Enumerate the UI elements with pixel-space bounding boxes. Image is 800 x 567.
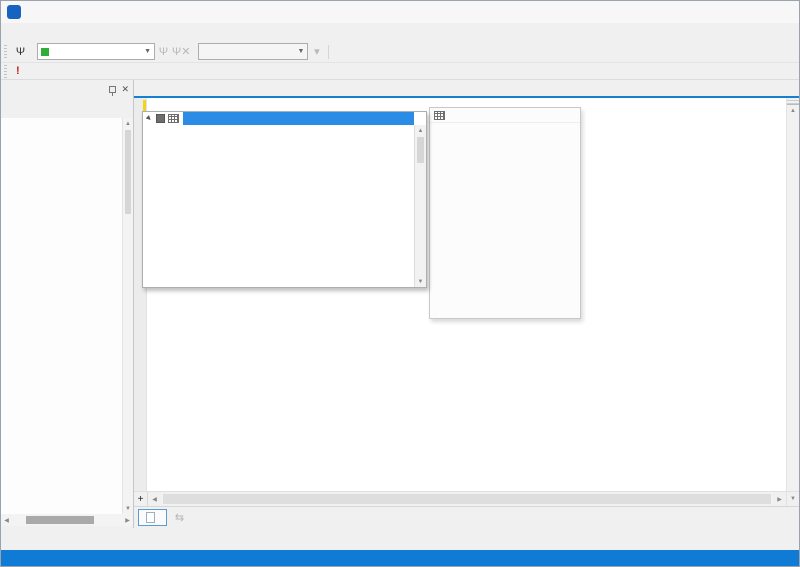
scroll-down-icon[interactable]: ▼ xyxy=(123,503,133,514)
scroll-track[interactable] xyxy=(12,514,122,526)
table-structure-tooltip xyxy=(429,107,581,319)
connection-toolbar: Ψ ▼ Ψ Ψ✕ ▼ ▾ xyxy=(1,41,799,63)
scroll-thumb[interactable] xyxy=(26,516,94,524)
scroll-thumb[interactable] xyxy=(417,137,424,163)
explorer-header: ✕ xyxy=(1,80,133,98)
text-view-icon xyxy=(146,512,155,523)
database-explorer-panel: ✕ ▲ ▼ ◀ ▶ xyxy=(1,80,134,528)
scroll-track[interactable] xyxy=(161,492,773,506)
scroll-left-icon[interactable]: ◀ xyxy=(1,517,12,524)
disconnect-icon[interactable]: Ψ✕ xyxy=(172,43,190,60)
connect-icon[interactable]: Ψ xyxy=(155,43,172,60)
app-logo-icon xyxy=(7,5,21,19)
toolbar-grip[interactable] xyxy=(4,65,7,78)
explorer-toolbar xyxy=(1,98,133,118)
popup-column-list xyxy=(143,125,414,287)
select-all-checkbox[interactable] xyxy=(156,114,165,123)
swap-view-icon[interactable]: ⇆ xyxy=(171,509,188,526)
scroll-up-icon[interactable]: ▲ xyxy=(415,125,426,136)
toolbar-overflow-icon[interactable]: ▾ xyxy=(308,43,325,60)
scroll-thumb[interactable] xyxy=(163,494,771,504)
menu-bar xyxy=(1,23,799,41)
editor-bottom-bar: ⇆ xyxy=(134,506,799,528)
change-marker xyxy=(143,100,146,111)
popup-header[interactable]: ▶ xyxy=(143,112,426,125)
connection-select[interactable]: ▼ xyxy=(37,43,155,60)
scroll-up-icon[interactable]: ▲ xyxy=(787,105,799,116)
chevron-down-icon: ▼ xyxy=(144,48,151,55)
editor-horizontal-scrollbar[interactable]: + ◀ ▶ ▼ xyxy=(134,491,799,506)
scroll-up-icon[interactable]: ▲ xyxy=(123,118,133,129)
table-icon xyxy=(434,111,445,120)
app-window: Ψ ▼ Ψ Ψ✕ ▼ ▾ ! ✕ xyxy=(0,0,800,567)
pane-splitter-icon[interactable]: + xyxy=(134,492,148,506)
text-view-tab[interactable] xyxy=(138,509,167,526)
close-icon[interactable]: ✕ xyxy=(121,84,129,95)
docked-panel-tabs xyxy=(1,528,799,550)
scroll-left-icon[interactable]: ◀ xyxy=(148,492,161,506)
explorer-tree-area: ▲ ▼ xyxy=(1,118,133,514)
popup-scrollbar[interactable]: ▲ ▼ xyxy=(414,125,426,287)
execute-toolbar: ! xyxy=(1,63,799,80)
database-select[interactable]: ▼ xyxy=(198,43,308,60)
tree-vertical-scrollbar[interactable]: ▲ ▼ xyxy=(122,118,133,514)
title-bar xyxy=(1,1,799,23)
connection-state-icon xyxy=(41,48,49,56)
scroll-right-icon[interactable]: ▶ xyxy=(122,517,133,524)
tooltip-header xyxy=(430,108,580,123)
scroll-right-icon[interactable]: ▶ xyxy=(773,492,786,506)
execute-icon: ! xyxy=(16,65,20,77)
tree-horizontal-scrollbar[interactable]: ◀ ▶ xyxy=(1,514,133,526)
scroll-down-icon[interactable]: ▼ xyxy=(415,276,426,287)
new-connection-icon[interactable]: Ψ xyxy=(12,43,29,60)
column-picker-popup: ▶ ▲ ▼ xyxy=(142,111,427,288)
status-bar xyxy=(1,550,799,567)
pin-icon[interactable] xyxy=(109,86,116,93)
chevron-down-icon: ▼ xyxy=(297,48,304,55)
toolbar-grip[interactable] xyxy=(4,45,7,58)
splitter-handle[interactable] xyxy=(787,98,799,105)
scroll-down-icon[interactable]: ▼ xyxy=(786,492,799,506)
editor-vertical-scrollbar[interactable]: ▲ xyxy=(786,98,799,491)
table-icon xyxy=(168,114,179,123)
popup-selected-row xyxy=(183,112,414,125)
expand-icon[interactable]: ▶ xyxy=(144,113,155,124)
scroll-thumb[interactable] xyxy=(125,130,131,214)
document-tab-strip xyxy=(134,80,799,98)
toolbar-separator xyxy=(328,45,329,59)
execute-button[interactable]: ! xyxy=(12,64,28,79)
